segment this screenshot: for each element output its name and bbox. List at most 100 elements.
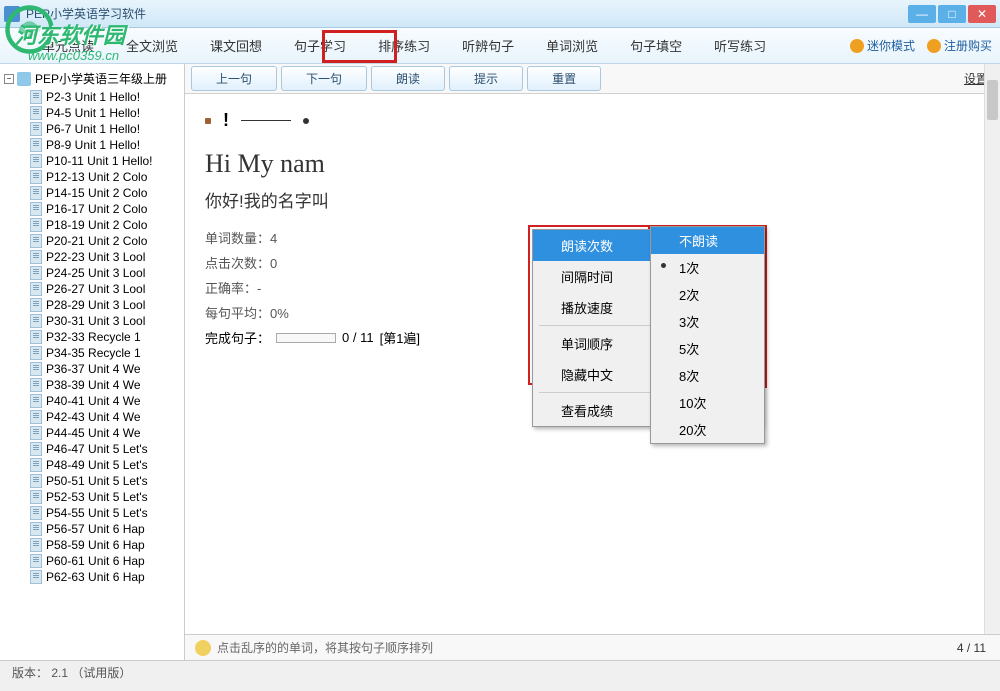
tree-item[interactable]: P48-49 Unit 5 Let's	[0, 457, 184, 473]
submenu-item[interactable]: 8次	[651, 362, 764, 389]
page-icon	[30, 106, 42, 120]
submenu-item[interactable]: 3次	[651, 308, 764, 335]
hint-text: 点击乱序的的单词，将其按句子顺序排列	[217, 639, 433, 656]
page-indicator: 4 / 11	[957, 641, 986, 655]
submenu-item[interactable]: 不朗读	[651, 227, 764, 254]
tree-item[interactable]: P52-53 Unit 5 Let's	[0, 489, 184, 505]
minimize-button[interactable]: —	[908, 5, 936, 23]
bullet-icon	[205, 118, 211, 124]
tree-item[interactable]: P50-51 Unit 5 Let's	[0, 473, 184, 489]
version-text: 版本： 2.1 （试用版）	[12, 664, 131, 681]
close-button[interactable]: ✕	[968, 5, 996, 23]
tree-item[interactable]: P34-35 Recycle 1	[0, 345, 184, 361]
submenu-item[interactable]: 2次	[651, 281, 764, 308]
page-icon	[30, 234, 42, 248]
page-icon	[30, 122, 42, 136]
page-icon	[30, 282, 42, 296]
tree-item[interactable]: P14-15 Unit 2 Colo	[0, 185, 184, 201]
tree-item[interactable]: P6-7 Unit 1 Hello!	[0, 121, 184, 137]
page-icon	[30, 474, 42, 488]
page-icon	[30, 410, 42, 424]
page-icon	[30, 458, 42, 472]
submenu-item[interactable]: 5次	[651, 335, 764, 362]
tree-item[interactable]: P38-39 Unit 4 We	[0, 377, 184, 393]
scrollbar-thumb[interactable]	[987, 80, 998, 120]
menu-item-dictation[interactable]: 听写练习	[702, 30, 778, 61]
tree-item[interactable]: P28-29 Unit 3 Lool	[0, 297, 184, 313]
prev-button[interactable]: 上一句	[191, 66, 277, 91]
toolbar: 上一句 下一句 朗读 提示 重置 设置	[185, 64, 1000, 94]
watermark-url: www.pc0359.cn	[28, 48, 119, 63]
page-icon	[30, 186, 42, 200]
tree-item[interactable]: P46-47 Unit 5 Let's	[0, 441, 184, 457]
tree-item[interactable]: P4-5 Unit 1 Hello!	[0, 105, 184, 121]
page-icon	[30, 266, 42, 280]
tree-item[interactable]: P32-33 Recycle 1	[0, 329, 184, 345]
read-button[interactable]: 朗读	[371, 66, 445, 91]
tree-item[interactable]: P22-23 Unit 3 Lool	[0, 249, 184, 265]
page-icon	[30, 330, 42, 344]
page-icon	[30, 490, 42, 504]
hint-button[interactable]: 提示	[449, 66, 523, 91]
hint-bar: 点击乱序的的单词，将其按句子顺序排列 4 / 11	[185, 634, 1000, 660]
tree-item[interactable]: P56-57 Unit 6 Hap	[0, 521, 184, 537]
menu-item-listen[interactable]: 听辨句子	[450, 30, 526, 61]
exercise-area: ! Hi My nam 你好!我的名字叫 单词数量：4 点击次数：0 正确率：-…	[185, 94, 1000, 634]
menu-item-fulltext[interactable]: 全文浏览	[114, 30, 190, 61]
menu-item-fillblank[interactable]: 句子填空	[618, 30, 694, 61]
maximize-button[interactable]: □	[938, 5, 966, 23]
page-icon	[30, 90, 42, 104]
tree-item[interactable]: P40-41 Unit 4 We	[0, 393, 184, 409]
english-sentence[interactable]: Hi My nam	[205, 149, 980, 179]
page-icon	[30, 522, 42, 536]
menu-item-words[interactable]: 单词浏览	[534, 30, 610, 61]
tree-item[interactable]: P36-37 Unit 4 We	[0, 361, 184, 377]
tree-item[interactable]: P26-27 Unit 3 Lool	[0, 281, 184, 297]
menu-item-recall[interactable]: 课文回想	[198, 30, 274, 61]
reset-button[interactable]: 重置	[527, 66, 601, 91]
page-icon	[30, 570, 42, 584]
register-button[interactable]: 注册购买	[927, 37, 992, 54]
page-icon	[30, 362, 42, 376]
tree-item[interactable]: P54-55 Unit 5 Let's	[0, 505, 184, 521]
progress-bar	[276, 333, 336, 343]
tree-item[interactable]: P42-43 Unit 4 We	[0, 409, 184, 425]
tree-collapse-icon[interactable]: −	[4, 74, 14, 84]
tree-item[interactable]: P18-19 Unit 2 Colo	[0, 217, 184, 233]
tree-item[interactable]: P10-11 Unit 1 Hello!	[0, 153, 184, 169]
tree-item[interactable]: P24-25 Unit 3 Lool	[0, 265, 184, 281]
titlebar: PEP小学英语学习软件 — □ ✕	[0, 0, 1000, 28]
book-icon	[17, 72, 31, 86]
page-icon	[30, 346, 42, 360]
scrollbar-vertical[interactable]	[984, 64, 1000, 634]
tree-item[interactable]: P12-13 Unit 2 Colo	[0, 169, 184, 185]
register-icon	[927, 39, 941, 53]
tree-item[interactable]: P16-17 Unit 2 Colo	[0, 201, 184, 217]
page-icon	[30, 202, 42, 216]
page-icon	[30, 138, 42, 152]
page-icon	[30, 506, 42, 520]
word-line: !	[205, 110, 980, 131]
tree-item[interactable]: P58-59 Unit 6 Hap	[0, 537, 184, 553]
tree-item[interactable]: P30-31 Unit 3 Lool	[0, 313, 184, 329]
tree-item[interactable]: P8-9 Unit 1 Hello!	[0, 137, 184, 153]
tree-item[interactable]: P2-3 Unit 1 Hello!	[0, 89, 184, 105]
submenu-item[interactable]: 10次	[651, 389, 764, 416]
tree-item[interactable]: P20-21 Unit 2 Colo	[0, 233, 184, 249]
tree-item[interactable]: P44-45 Unit 4 We	[0, 425, 184, 441]
submenu-item[interactable]: 20次	[651, 416, 764, 443]
page-icon	[30, 298, 42, 312]
tree-item[interactable]: P60-61 Unit 6 Hap	[0, 553, 184, 569]
main-area: 上一句 下一句 朗读 提示 重置 设置 ! Hi My nam 你好!我的名字叫…	[185, 64, 1000, 660]
statusbar: 版本： 2.1 （试用版）	[0, 660, 1000, 684]
tree-root[interactable]: − PEP小学英语三年级上册	[0, 68, 184, 89]
page-icon	[30, 154, 42, 168]
menu-item-order[interactable]: 排序练习	[366, 30, 442, 61]
menu-item-sentence[interactable]: 句子学习	[282, 30, 358, 61]
next-button[interactable]: 下一句	[281, 66, 367, 91]
tree-item[interactable]: P62-63 Unit 6 Hap	[0, 569, 184, 585]
submenu-item[interactable]: 1次	[651, 254, 764, 281]
window-title: PEP小学英语学习软件	[26, 5, 908, 22]
mini-mode-button[interactable]: 迷你模式	[850, 37, 915, 54]
page-icon	[30, 378, 42, 392]
